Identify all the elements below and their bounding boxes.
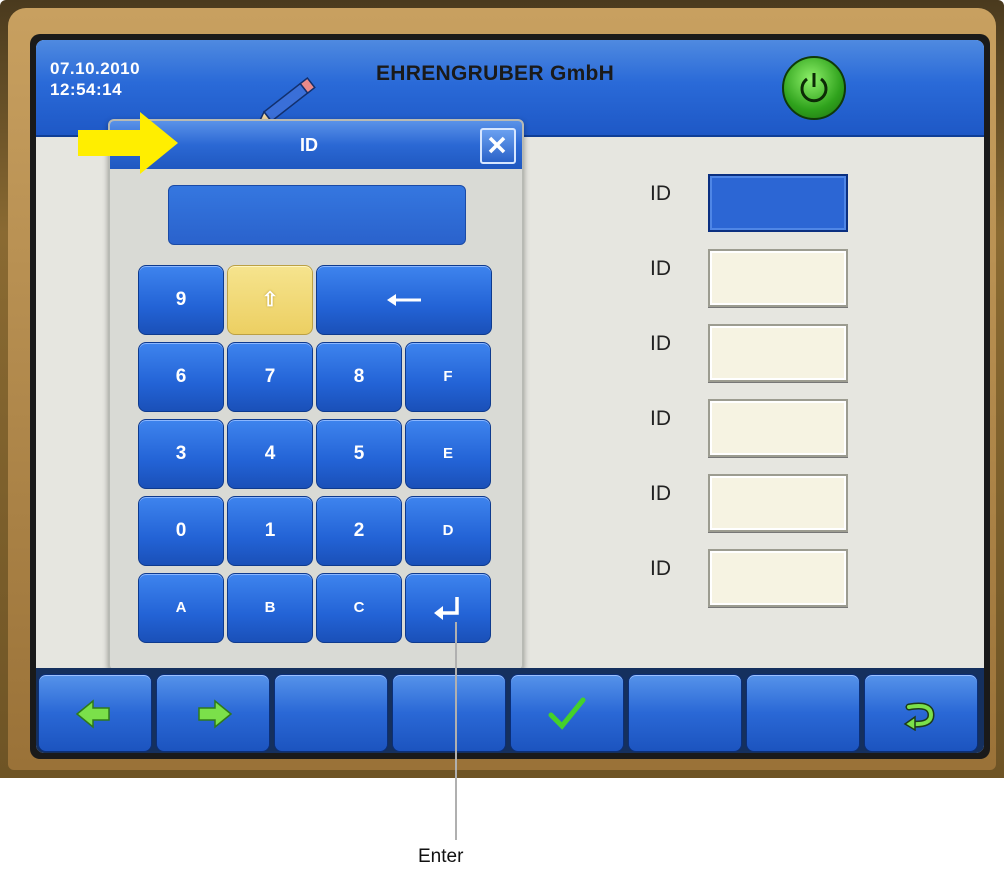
close-icon [488, 136, 506, 154]
id-field-1[interactable] [708, 174, 848, 232]
datetime: 07.10.2010 12:54:14 [50, 58, 140, 100]
id-row-6: ID [650, 549, 860, 609]
confirm-button[interactable] [510, 674, 624, 752]
key-f[interactable]: F [405, 342, 491, 412]
id-label: ID [650, 557, 671, 580]
key-b[interactable]: B [227, 573, 313, 643]
key-label: 1 [264, 520, 276, 541]
id-label: ID [650, 332, 671, 355]
back-button[interactable] [38, 674, 152, 752]
key-4[interactable]: 4 [227, 419, 313, 489]
shift-key[interactable]: ⇧ [227, 265, 313, 335]
key-label: 9 [175, 289, 187, 310]
id-field-4[interactable] [708, 399, 848, 457]
yellow-pointer-arrow-icon [78, 112, 178, 174]
key-a[interactable]: A [138, 573, 224, 643]
date-text: 07.10.2010 [50, 59, 141, 78]
key-label: 0 [175, 520, 187, 541]
function-bar [36, 668, 984, 753]
callout-line [455, 622, 457, 840]
key-label: B [264, 599, 276, 616]
key-1[interactable]: 1 [227, 496, 313, 566]
key-d[interactable]: D [405, 496, 491, 566]
id-label: ID [650, 482, 671, 505]
arrow-right-icon [198, 699, 233, 729]
id-row-2: ID [650, 249, 860, 309]
close-button[interactable] [480, 128, 516, 164]
id-field-2[interactable] [708, 249, 848, 307]
return-button[interactable] [864, 674, 978, 752]
key-e[interactable]: E [405, 419, 491, 489]
id-label: ID [650, 182, 671, 205]
key-label: A [175, 599, 187, 616]
key-label: 2 [353, 520, 365, 541]
callout-label: Enter [418, 846, 464, 867]
checkmark-icon [548, 697, 586, 730]
key-8[interactable]: 8 [316, 342, 402, 412]
key-2[interactable]: 2 [316, 496, 402, 566]
key-9[interactable]: 9 [138, 265, 224, 335]
key-label: 3 [175, 443, 187, 464]
enter-key[interactable] [405, 573, 491, 643]
key-label: 7 [264, 366, 276, 387]
key-label: 6 [175, 366, 187, 387]
backspace-key[interactable] [316, 265, 492, 335]
key-0[interactable]: 0 [138, 496, 224, 566]
keypad-display[interactable] [168, 185, 466, 245]
time-text: 12:54:14 [50, 80, 123, 99]
key-3[interactable]: 3 [138, 419, 224, 489]
key-label: C [353, 599, 365, 616]
key-c[interactable]: C [316, 573, 402, 643]
key-label: E [442, 445, 453, 462]
id-field-5[interactable] [708, 474, 848, 532]
id-field-6[interactable] [708, 549, 848, 607]
function-button-7[interactable] [746, 674, 860, 752]
key-label: 4 [264, 443, 276, 464]
id-row-4: ID [650, 399, 860, 459]
company-title: EHRENGRUBER GmbH [376, 62, 615, 85]
power-icon [800, 73, 828, 103]
power-button[interactable] [782, 56, 846, 120]
id-label: ID [650, 407, 671, 430]
key-label: D [442, 522, 454, 539]
function-button-3[interactable] [274, 674, 388, 752]
dialog-title: ID [300, 135, 318, 155]
key-label: 5 [353, 443, 365, 464]
keypad-dialog: ID 9 ⇧ 6 7 8 F 3 4 5 E 0 1 2 D A B C [108, 119, 524, 671]
arrow-left-icon [75, 699, 110, 729]
function-button-4[interactable] [392, 674, 506, 752]
shift-icon: ⇧ [261, 289, 279, 311]
key-5[interactable]: 5 [316, 419, 402, 489]
id-field-3[interactable] [708, 324, 848, 382]
forward-button[interactable] [156, 674, 270, 752]
key-7[interactable]: 7 [227, 342, 313, 412]
screen-content: 07.10.2010 12:54:14 EHRENGRUBER GmbH ID … [36, 40, 984, 753]
id-row-5: ID [650, 474, 860, 534]
key-label: 8 [353, 366, 365, 387]
function-button-6[interactable] [628, 674, 742, 752]
id-row-1: ID [650, 174, 860, 234]
key-label: F [443, 368, 453, 385]
id-row-3: ID [650, 324, 860, 384]
id-label: ID [650, 257, 671, 280]
enter-icon [434, 597, 459, 620]
backspace-arrow-icon [387, 294, 421, 306]
key-6[interactable]: 6 [138, 342, 224, 412]
return-icon [903, 702, 935, 731]
